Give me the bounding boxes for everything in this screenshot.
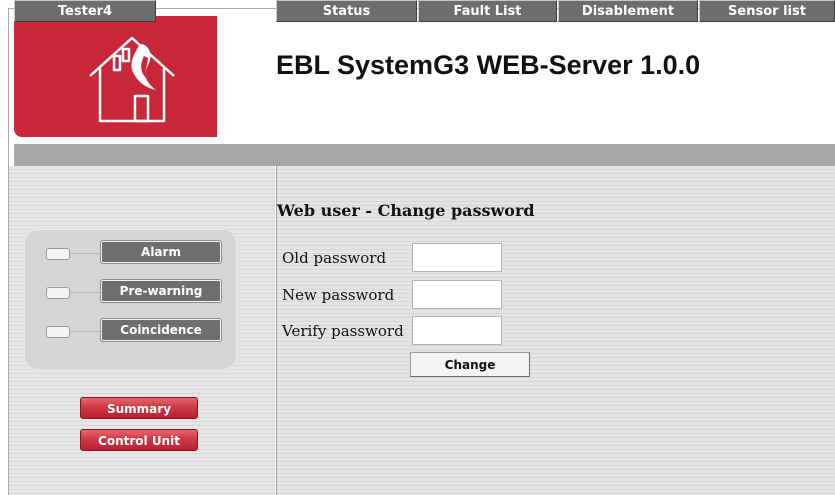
change-button[interactable]: Change	[410, 352, 530, 377]
prewarning-indicator: Pre-warning	[101, 280, 221, 302]
house-flame-icon	[89, 36, 175, 123]
nav-status[interactable]: Status	[276, 0, 417, 22]
prewarning-led	[46, 287, 70, 299]
alarm-indicator: Alarm	[101, 241, 221, 263]
nav-bar	[14, 144, 835, 166]
new-password-label: New password	[282, 286, 395, 304]
new-password-field[interactable]	[412, 280, 502, 309]
alarm-connector	[69, 253, 100, 254]
alarm-led	[46, 248, 70, 260]
coincidence-indicator: Coincidence	[101, 319, 221, 341]
nav-fault-list[interactable]: Fault List	[418, 0, 557, 22]
old-password-field[interactable]	[412, 243, 502, 272]
old-password-label: Old password	[282, 249, 387, 267]
prewarning-connector	[69, 292, 100, 293]
nav-sensor-list[interactable]: Sensor list	[699, 0, 835, 22]
verify-password-label: Verify password	[282, 322, 404, 340]
user-tab[interactable]: Tester4	[14, 0, 156, 22]
control-unit-button[interactable]: Control Unit	[80, 429, 198, 451]
app-title: EBL SystemG3 WEB-Server 1.0.0	[276, 50, 701, 80]
verify-password-field[interactable]	[412, 316, 502, 345]
page-title: Web user - Change password	[277, 201, 535, 220]
summary-button[interactable]: Summary	[80, 397, 198, 419]
logo	[14, 16, 217, 137]
nav-disablement[interactable]: Disablement	[558, 0, 698, 22]
coincidence-led	[46, 326, 70, 338]
coincidence-connector	[69, 331, 100, 332]
